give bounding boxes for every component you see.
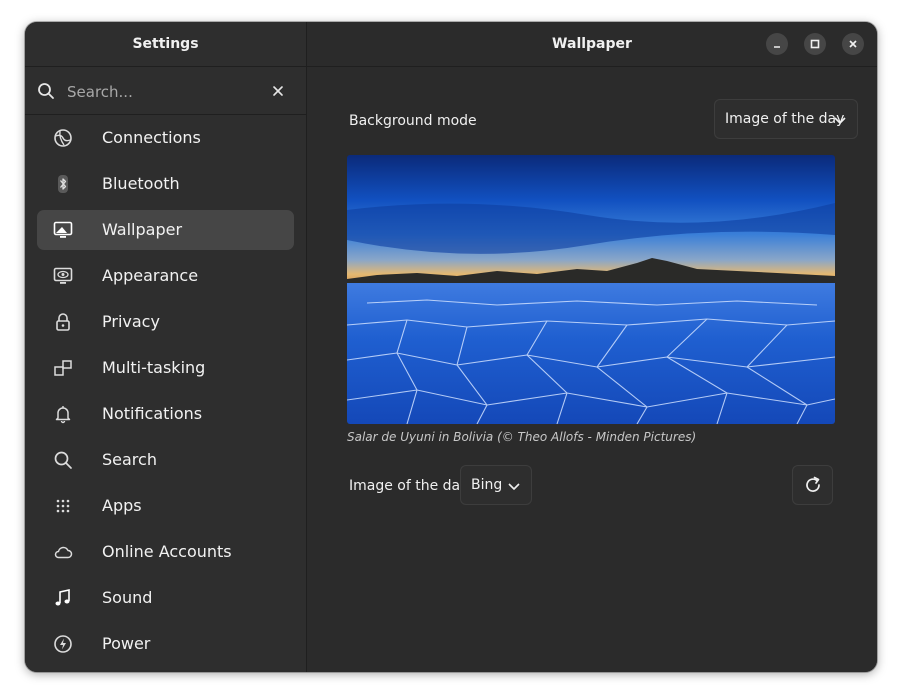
sidebar-item-label: Power [102, 634, 151, 653]
wallpaper-image [347, 155, 835, 424]
power-icon [53, 634, 73, 654]
close-window-button[interactable] [842, 33, 864, 55]
lock-icon [53, 312, 73, 332]
background-mode-value: Image of the day [725, 111, 845, 127]
maximize-icon [810, 39, 820, 49]
minimize-icon [774, 46, 780, 48]
sidebar-item-label: Bluetooth [102, 174, 180, 193]
bell-icon [53, 404, 73, 424]
sidebar-item-sound[interactable]: Sound [37, 578, 294, 618]
sidebar-item-label: Privacy [102, 312, 160, 331]
search-icon [38, 83, 54, 99]
sidebar-item-label: Online Accounts [102, 542, 232, 561]
header-bar: Wallpaper [307, 22, 877, 67]
search-bar [25, 67, 306, 115]
background-mode-dropdown[interactable]: Image of the day [714, 99, 858, 139]
sidebar-item-multitasking[interactable]: Multi-tasking [37, 348, 294, 388]
multitasking-icon [53, 358, 73, 378]
minimize-button[interactable] [766, 33, 788, 55]
wallpaper-caption: Salar de Uyuni in Bolivia (© Theo Allofs… [347, 430, 697, 444]
search-input[interactable] [65, 77, 259, 106]
wallpaper-preview [347, 155, 835, 424]
sidebar-item-label: Notifications [102, 404, 203, 423]
apps-grid-icon [53, 496, 73, 516]
sidebar-nav: Connections Bluetooth Wallpaper Appearan… [25, 115, 306, 664]
sidebar-item-online-accounts[interactable]: Online Accounts [37, 532, 294, 572]
search-icon [53, 450, 73, 470]
page-title: Wallpaper [552, 36, 632, 52]
settings-window: Settings Connections [25, 22, 877, 672]
cloud-icon [53, 542, 73, 562]
sidebar-item-label: Connections [102, 128, 201, 147]
image-source-dropdown[interactable]: Bing [460, 465, 532, 505]
sidebar-item-appearance[interactable]: Appearance [37, 256, 294, 296]
display-icon [53, 220, 73, 240]
sidebar-item-notifications[interactable]: Notifications [37, 394, 294, 434]
sidebar-item-wallpaper[interactable]: Wallpaper [37, 210, 294, 250]
sidebar-item-label: Apps [102, 496, 142, 515]
background-mode-label: Background mode [349, 113, 477, 129]
sidebar-item-label: Search [102, 450, 157, 469]
chevron-down-icon [834, 117, 846, 124]
sidebar-item-connections[interactable]: Connections [37, 118, 294, 158]
music-note-icon [53, 588, 73, 608]
bluetooth-icon [53, 174, 73, 194]
globe-icon [53, 128, 73, 148]
close-icon [273, 86, 283, 96]
sidebar-item-power[interactable]: Power [37, 624, 294, 664]
sidebar-item-label: Multi-tasking [102, 358, 206, 377]
eye-display-icon [53, 266, 73, 286]
refresh-button[interactable] [792, 465, 833, 505]
image-source-value: Bing [471, 477, 503, 493]
sidebar-item-label: Sound [102, 588, 153, 607]
close-icon [849, 40, 857, 48]
main-panel: Wallpaper Background mode Image of the d… [307, 22, 877, 672]
image-of-day-label: Image of the day [349, 478, 469, 494]
clear-search-button[interactable] [268, 81, 288, 101]
sidebar-title: Settings [25, 22, 306, 67]
sidebar-item-privacy[interactable]: Privacy [37, 302, 294, 342]
sidebar-item-label: Appearance [102, 266, 199, 285]
sidebar-item-apps[interactable]: Apps [37, 486, 294, 526]
sidebar: Settings Connections [25, 22, 307, 672]
refresh-icon [805, 476, 820, 492]
sidebar-item-search[interactable]: Search [37, 440, 294, 480]
sidebar-item-label: Wallpaper [102, 220, 183, 239]
sidebar-item-bluetooth[interactable]: Bluetooth [37, 164, 294, 204]
maximize-button[interactable] [804, 33, 826, 55]
chevron-down-icon [508, 483, 520, 490]
